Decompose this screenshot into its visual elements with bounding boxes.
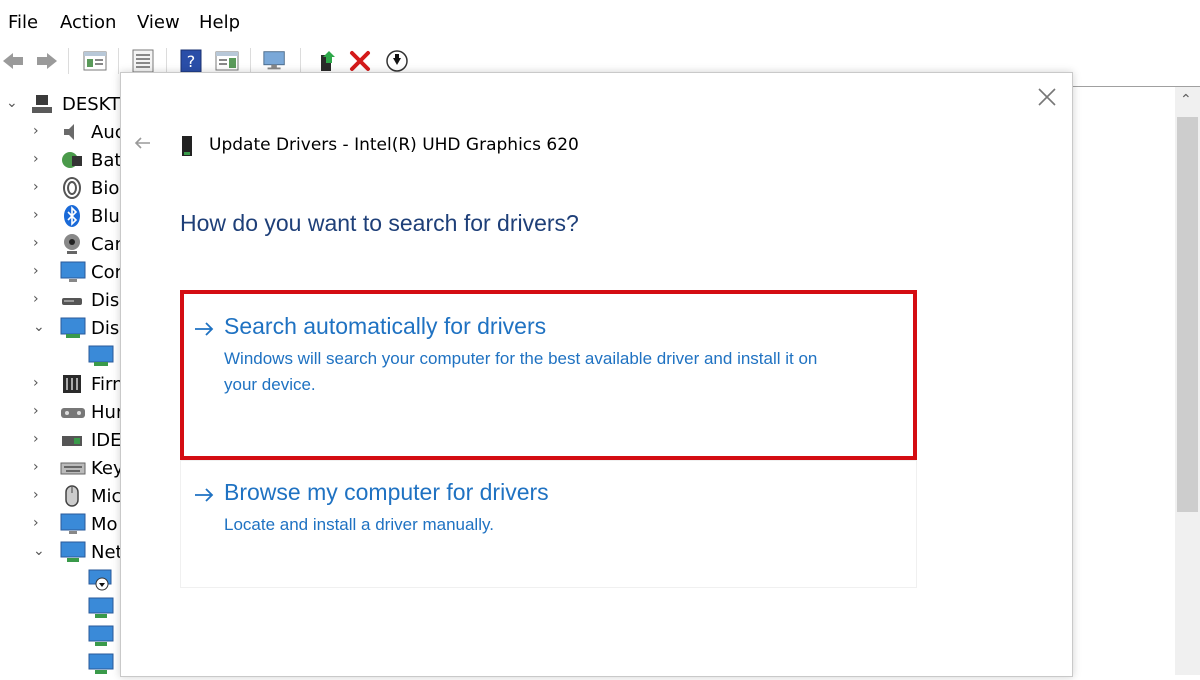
scroll-up-icon[interactable]: ⌃ — [1180, 92, 1192, 108]
chevron-right-icon[interactable]: › — [33, 291, 49, 307]
chevron-right-icon[interactable]: › — [33, 431, 49, 447]
mouse-icon — [60, 484, 84, 508]
firmware-icon — [60, 372, 84, 396]
tree-item-label: Mic — [91, 486, 122, 507]
camera-icon — [60, 232, 84, 256]
svg-text:?: ? — [187, 52, 196, 71]
action-pane-icon[interactable] — [214, 48, 240, 74]
option-description: Locate and install a driver manually. — [224, 515, 494, 534]
update-drivers-dialog: Update Drivers - Intel(R) UHD Graphics 6… — [120, 72, 1073, 677]
tree-item-monitors[interactable]: › Mo — [0, 510, 120, 538]
chevron-right-icon[interactable]: › — [33, 375, 49, 391]
forward-arrow-icon[interactable] — [34, 48, 60, 74]
search-automatically-option[interactable]: Search automatically for drivers Windows… — [180, 290, 917, 460]
tree-child-display-adapter[interactable] — [0, 342, 120, 370]
menu-view[interactable]: View — [137, 12, 180, 33]
chevron-right-icon[interactable]: › — [33, 151, 49, 167]
uninstall-x-icon[interactable] — [347, 48, 373, 74]
fingerprint-icon — [60, 176, 84, 200]
dialog-title: Update Drivers - Intel(R) UHD Graphics 6… — [209, 135, 579, 155]
disk-drive-icon — [60, 288, 84, 312]
chevron-down-icon[interactable]: ⌄ — [33, 543, 49, 559]
chevron-right-icon[interactable]: › — [33, 487, 49, 503]
list-view-icon[interactable] — [130, 48, 156, 74]
network-adapter-icon — [88, 652, 114, 676]
tree-item-computer[interactable]: › Con — [0, 258, 126, 286]
chevron-right-icon[interactable]: › — [33, 403, 49, 419]
menu-action[interactable]: Action — [60, 12, 116, 33]
tree-item-ide[interactable]: › IDE — [0, 426, 122, 454]
chevron-right-icon[interactable]: › — [33, 123, 49, 139]
monitor-icon — [60, 512, 86, 536]
speaker-icon — [60, 120, 84, 144]
menu-help[interactable]: Help — [199, 12, 240, 33]
menu-bar: File Action View Help — [0, 0, 1200, 42]
tree-child-network-3[interactable] — [0, 622, 120, 650]
close-icon[interactable] — [1035, 85, 1059, 109]
properties-icon[interactable] — [82, 48, 108, 74]
tree-item-network[interactable]: ⌄ Net — [0, 538, 123, 566]
option-description-line: your device. — [224, 375, 316, 394]
arrow-right-icon — [193, 320, 215, 338]
option-title: Browse my computer for drivers — [224, 479, 549, 505]
tree-item-label: IDE — [91, 430, 122, 451]
option-title: Search automatically for drivers — [224, 313, 547, 339]
chevron-right-icon[interactable]: › — [33, 515, 49, 531]
ide-controller-icon — [60, 428, 84, 452]
tree-item-battery[interactable]: › Batt — [0, 146, 129, 174]
tree-item-bluetooth[interactable]: › Blue — [0, 202, 131, 230]
computer-icon — [30, 92, 54, 116]
menu-file[interactable]: File — [8, 12, 38, 33]
help-icon[interactable]: ? — [178, 48, 204, 74]
tree-child-network-1[interactable] — [0, 566, 120, 594]
option-description-line: Windows will search your computer for th… — [224, 349, 818, 368]
tree-item-firmware[interactable]: › Firn — [0, 370, 124, 398]
chevron-right-icon[interactable]: › — [33, 263, 49, 279]
back-arrow-icon[interactable] — [0, 48, 26, 74]
arrow-right-icon — [193, 486, 215, 504]
tree-item-biometric[interactable]: › Bior — [0, 174, 127, 202]
network-adapter-icon — [60, 540, 86, 564]
chevron-down-icon[interactable]: ⌄ — [6, 95, 22, 111]
tree-child-network-2[interactable] — [0, 594, 120, 622]
option-description: Windows will search your computer for th… — [224, 346, 817, 398]
tree-item-disk[interactable]: › Disk — [0, 286, 130, 314]
chevron-down-icon[interactable]: ⌄ — [33, 319, 49, 335]
tree-item-label: Firn — [91, 374, 124, 395]
tree-item-display[interactable]: ⌄ Disp — [0, 314, 131, 342]
scan-hardware-icon[interactable] — [262, 48, 288, 74]
hid-icon — [60, 400, 85, 424]
tree-item-label: Key — [91, 458, 124, 479]
device-tree: ⌄ DESKTO › Auc › Batt › Bior › Blue › Ca… — [0, 86, 134, 678]
download-circle-icon[interactable] — [384, 48, 410, 74]
chevron-right-icon[interactable]: › — [33, 459, 49, 475]
tree-item-hid[interactable]: › Hun — [0, 398, 127, 426]
network-adapter-icon — [88, 596, 114, 620]
graphics-device-icon — [181, 135, 193, 157]
back-arrow-icon[interactable] — [133, 133, 153, 153]
display-adapter-icon — [88, 344, 114, 368]
chevron-right-icon[interactable]: › — [33, 207, 49, 223]
tree-item-keyboard[interactable]: › Key — [0, 454, 124, 482]
monitor-icon — [60, 260, 86, 284]
tree-item-cameras[interactable]: › Can — [0, 230, 126, 258]
network-adapter-download-icon — [88, 568, 112, 592]
browse-computer-option[interactable]: Browse my computer for drivers Locate an… — [180, 460, 917, 588]
tree-item-mice[interactable]: › Mic — [0, 482, 122, 510]
keyboard-icon — [60, 456, 86, 480]
tree-item-label: Mo — [91, 514, 118, 535]
network-adapter-icon — [88, 624, 114, 648]
chevron-right-icon[interactable]: › — [33, 179, 49, 195]
chevron-right-icon[interactable]: › — [33, 235, 49, 251]
tree-child-network-4[interactable] — [0, 650, 120, 678]
display-adapter-icon — [60, 316, 86, 340]
tree-item-audio[interactable]: › Auc — [0, 118, 125, 146]
bluetooth-icon — [60, 204, 84, 228]
update-driver-icon[interactable] — [314, 48, 340, 74]
battery-icon — [60, 148, 84, 172]
dialog-heading: How do you want to search for drivers? — [180, 210, 579, 236]
scrollbar-thumb[interactable] — [1177, 117, 1198, 512]
tree-item-label: Net — [91, 542, 123, 563]
tree-root[interactable]: ⌄ DESKTO — [0, 90, 134, 118]
